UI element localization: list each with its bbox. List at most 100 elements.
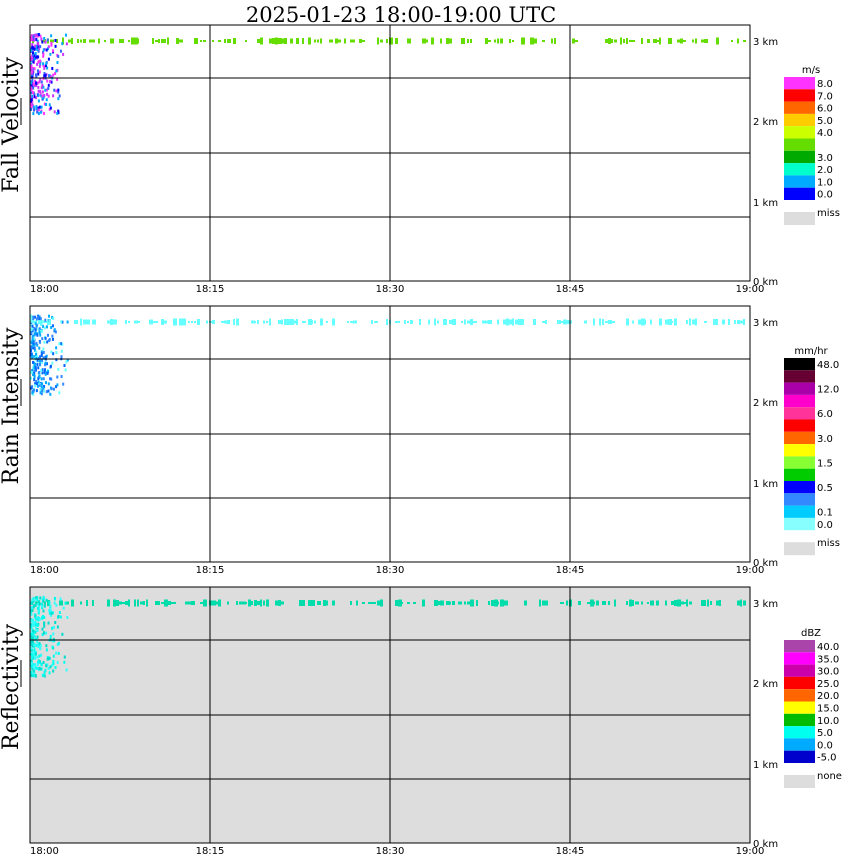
- echo-cell: [59, 600, 63, 606]
- echo-cell: [461, 321, 463, 323]
- echo-cell: [35, 55, 38, 59]
- echo-cell: [34, 33, 37, 37]
- colorbar-swatch: [784, 163, 815, 176]
- echo-cell: [371, 602, 374, 604]
- echo-cell: [32, 674, 35, 678]
- echo-cell: [30, 97, 33, 101]
- echo-cell: [32, 669, 35, 673]
- echo-cell: [722, 319, 725, 325]
- echo-cell: [203, 599, 207, 607]
- echo-cell: [152, 321, 155, 323]
- y-tick-label: 0 km: [753, 277, 778, 288]
- echo-cell: [49, 634, 52, 638]
- echo-cell: [58, 342, 61, 346]
- echo-cell: [446, 38, 449, 44]
- colorbar-swatch: [784, 370, 815, 383]
- echo-cell: [51, 361, 54, 365]
- echo-cell: [110, 38, 114, 44]
- echo-cell: [437, 320, 439, 324]
- echo-cell: [308, 37, 311, 45]
- colorbar-label: 0.0: [817, 740, 833, 751]
- echo-cell: [524, 600, 527, 606]
- echo-cell: [347, 321, 349, 323]
- echo-cell: [44, 88, 47, 92]
- echo-cell: [302, 321, 306, 323]
- echo-cell: [43, 326, 46, 330]
- echo-cell: [45, 648, 48, 652]
- echo-cell: [57, 651, 60, 655]
- echo-cell: [52, 659, 55, 663]
- echo-cell: [545, 600, 548, 606]
- echo-cell: [368, 602, 371, 604]
- echo-cell: [257, 320, 259, 324]
- echo-cell: [167, 37, 169, 45]
- echo-cell: [31, 601, 34, 605]
- echo-cell: [33, 108, 36, 112]
- echo-cell: [53, 601, 56, 605]
- echo-cell: [57, 615, 60, 619]
- echo-cell: [50, 325, 53, 329]
- echo-cell: [39, 317, 42, 321]
- echo-cell: [212, 320, 215, 324]
- echo-cell: [647, 39, 650, 43]
- echo-cell: [302, 600, 305, 606]
- echo-cell: [36, 598, 39, 602]
- echo-cell: [674, 318, 677, 326]
- echo-cell: [32, 112, 35, 116]
- echo-cell: [48, 671, 51, 675]
- colorbar-swatch: [784, 394, 815, 408]
- colorbar-swatch: [784, 664, 815, 677]
- echo-cell: [30, 619, 33, 623]
- echo-cell: [614, 599, 616, 607]
- echo-cell: [38, 618, 41, 622]
- echo-cell: [30, 646, 33, 650]
- echo-cell: [48, 656, 51, 660]
- echo-cell: [38, 371, 41, 375]
- echo-cell: [545, 320, 547, 324]
- echo-cell: [260, 37, 263, 45]
- echo-cell: [35, 107, 38, 111]
- echo-cell: [467, 39, 469, 43]
- echo-cell: [404, 320, 406, 324]
- echo-cell: [512, 318, 514, 326]
- echo-cell: [38, 80, 41, 84]
- echo-cell: [728, 319, 730, 325]
- echo-cell: [155, 321, 158, 323]
- echo-cell: [203, 40, 206, 42]
- echo-cell: [36, 110, 39, 114]
- echo-cell: [54, 666, 57, 670]
- echo-cell: [710, 601, 712, 605]
- echo-cell: [41, 329, 44, 333]
- panel-ylabel: Reflectivity: [0, 623, 24, 750]
- colorbar-swatch: [784, 689, 815, 702]
- y-tick-label: 0 km: [753, 839, 778, 850]
- echo-cell: [374, 602, 376, 604]
- echo-cell: [140, 601, 143, 605]
- echo-cell: [42, 350, 45, 354]
- echo-cell: [56, 660, 59, 664]
- echo-cell: [551, 38, 553, 44]
- echo-cell: [542, 40, 545, 42]
- echo-cell: [34, 328, 37, 332]
- echo-cell: [599, 318, 601, 326]
- echo-cell: [716, 319, 718, 325]
- colorbar-missing-swatch: [784, 212, 815, 225]
- echo-cell: [371, 320, 373, 324]
- x-tick-label: 18:00: [30, 565, 59, 576]
- echo-cell: [46, 38, 49, 42]
- y-tick-label: 2 km: [753, 679, 778, 690]
- echo-cell: [134, 599, 136, 607]
- echo-cell: [35, 666, 38, 670]
- echo-cell: [31, 334, 34, 338]
- echo-cell: [45, 598, 48, 602]
- echo-cell: [41, 627, 44, 631]
- echo-cell: [413, 602, 416, 604]
- echo-cell: [50, 350, 53, 354]
- echo-cell: [32, 105, 35, 109]
- echo-cell: [32, 624, 35, 628]
- echo-cell: [38, 363, 41, 366]
- echo-cell: [33, 332, 36, 336]
- echo-cell: [35, 341, 38, 345]
- echo-cell: [62, 382, 65, 386]
- echo-cell: [30, 612, 33, 616]
